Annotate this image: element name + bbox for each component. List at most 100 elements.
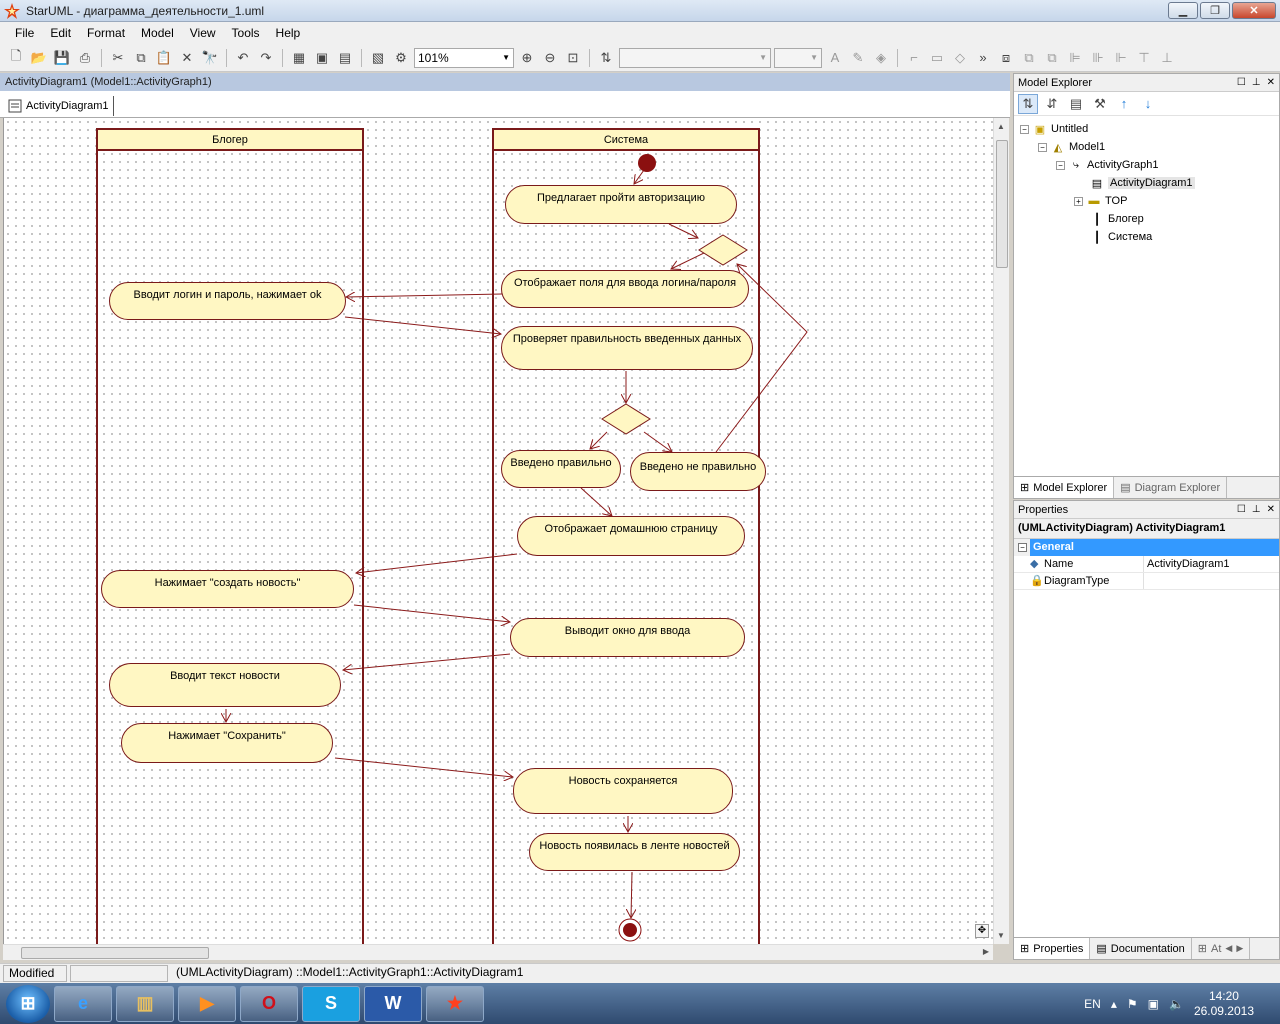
menu-view[interactable]: View [183,24,223,42]
undo-icon[interactable]: ↶ [233,48,253,68]
menu-help[interactable]: Help [269,24,308,42]
align-icon[interactable]: ⧈ [996,48,1016,68]
tree-item-activity-graph[interactable]: − ⤷ ActivityGraph1 [1014,156,1279,174]
activity-entered-incorrectly[interactable]: Введено не правильно [630,452,766,491]
filter-icon[interactable]: ▤ [1066,94,1086,114]
activity-check-data[interactable]: Проверяет правильность введенных данных [501,326,753,370]
stereotype-icon[interactable]: ▭ [927,48,947,68]
new-file-icon[interactable]: 🗋 [6,48,26,68]
collapse-icon[interactable]: − [1020,124,1029,134]
scroll-up-icon[interactable]: ▲ [997,122,1005,131]
more-tools-icon[interactable]: » [973,48,993,68]
minimize-button[interactable]: ▁ [1168,2,1198,19]
diagram-settings-icon[interactable]: ▤ [335,48,355,68]
add-diagram-icon[interactable]: ▦ [289,48,309,68]
diagram-canvas[interactable]: Блогер Система Предлагает пройти авториз… [3,118,993,944]
activity-offer-auth[interactable]: Предлагает пройти авторизацию [505,185,737,224]
network-icon[interactable]: ▣ [1148,997,1159,1011]
menu-edit[interactable]: Edit [43,24,78,42]
layout-icon[interactable]: ⇅ [596,48,616,68]
property-row-name[interactable]: ◆ Name ActivityDiagram1 [1014,556,1279,573]
start-button[interactable]: ⊞ [6,984,50,1023]
redo-icon[interactable]: ↷ [256,48,276,68]
tab-activity-diagram[interactable]: ActivityDiagram1 [8,96,114,116]
pin-icon[interactable]: ⊥ [1252,504,1261,515]
swimlane-blogger[interactable]: Блогер [96,128,364,944]
activity-show-input-window[interactable]: Выводит окно для ввода [510,618,745,657]
activity-enter-credentials[interactable]: Вводит логин и пароль, нажимает ok [109,282,346,320]
move-down-icon[interactable]: ↓ [1138,94,1158,114]
tab-model-explorer[interactable]: ⊞ Model Explorer [1014,477,1115,498]
horizontal-scroll-thumb[interactable] [21,947,209,959]
collapse-icon[interactable]: − [1056,160,1065,170]
delete-icon[interactable]: ✕ [177,48,197,68]
activity-show-login-fields[interactable]: Отображает поля для ввода логина/пароля [501,270,749,308]
tree-item-system[interactable]: ┃ Система [1014,228,1279,246]
line-style-icon[interactable]: ⌐ [904,48,924,68]
sort-type-icon[interactable]: ⇵ [1042,94,1062,114]
font-family-select[interactable]: ▼ [619,47,771,68]
activity-click-save[interactable]: Нажимает "Сохранить" [121,723,333,763]
activity-show-home-page[interactable]: Отображает домашнюю страницу [517,516,745,556]
export-image-icon[interactable]: ▧ [368,48,388,68]
zoom-out-icon[interactable]: ⊖ [540,48,560,68]
print-icon[interactable]: ⎙ [75,48,95,68]
close-button[interactable]: ✕ [1232,2,1276,19]
diagram-horizontal-scrollbar[interactable]: ▶ [3,944,993,960]
align-center-icon[interactable]: ⊪ [1088,48,1108,68]
close-panel-icon[interactable]: ✕ [1267,77,1275,88]
align-left-icon[interactable]: ⊫ [1065,48,1085,68]
canvas-move-icon[interactable]: ✥ [975,924,989,938]
align-middle-icon[interactable]: ⊥ [1157,48,1177,68]
menu-model[interactable]: Model [134,24,181,42]
activity-news-saved[interactable]: Новость сохраняется [513,768,733,814]
tab-scroll-right-icon[interactable]: ▶ [1236,943,1243,954]
tab-documentation[interactable]: ▤ Documentation [1090,938,1192,959]
bring-front-icon[interactable]: ⧉ [1019,48,1039,68]
taskbar-opera-icon[interactable]: O [240,985,298,1022]
maximize-panel-icon[interactable]: ☐ [1237,504,1246,515]
tools-icon[interactable]: ⚙ [391,48,411,68]
language-indicator[interactable]: EN [1084,997,1101,1011]
font-size-select[interactable]: ▼ [774,47,822,68]
collapse-icon[interactable]: − [1018,543,1027,552]
activity-entered-correctly[interactable]: Введено правильно [501,450,621,488]
property-value[interactable] [1144,573,1147,589]
tab-attachments[interactable]: ⊞ At ◀ ▶ [1192,938,1251,959]
zoom-in-icon[interactable]: ⊕ [517,48,537,68]
expand-icon[interactable]: + [1074,196,1083,206]
font-color-icon[interactable]: A [825,48,845,68]
menu-format[interactable]: Format [80,24,132,42]
tree-item-top[interactable]: + ▬ TOP [1014,192,1279,210]
taskbar-skype-icon[interactable]: S [302,985,360,1022]
suppress-icon[interactable]: ◇ [950,48,970,68]
scroll-right-icon[interactable]: ▶ [983,947,989,956]
diagram-refresh-icon[interactable]: ▣ [312,48,332,68]
tree-item-untitled[interactable]: − ▣ Untitled [1014,120,1279,138]
fill-color-icon[interactable]: ◈ [871,48,891,68]
cut-icon[interactable]: ✂ [108,48,128,68]
tab-scroll-left-icon[interactable]: ◀ [1225,943,1232,954]
tab-diagram-explorer[interactable]: ▤ Diagram Explorer [1114,477,1228,498]
zoom-select[interactable]: 101% ▼ [414,47,514,68]
menu-tools[interactable]: Tools [225,24,267,42]
zoom-fit-icon[interactable]: ⊡ [563,48,583,68]
activity-click-create-news[interactable]: Нажимает "создать новость" [101,570,354,608]
tray-expand-icon[interactable]: ▴ [1111,997,1117,1011]
send-back-icon[interactable]: ⧉ [1042,48,1062,68]
align-right-icon[interactable]: ⊩ [1111,48,1131,68]
clock[interactable]: 14:20 26.09.2013 [1194,989,1254,1019]
tree-item-activity-diagram[interactable]: ▤ ActivityDiagram1 [1014,174,1279,192]
action-center-flag-icon[interactable]: ⚑ [1127,997,1138,1011]
tab-properties[interactable]: ⊞ Properties [1014,938,1091,959]
activity-news-in-feed[interactable]: Новость появилась в ленте новостей [529,833,740,871]
open-folder-icon[interactable]: 📂 [29,48,49,68]
taskbar-ie-icon[interactable]: e [54,985,112,1022]
taskbar-explorer-icon[interactable]: ▥ [116,985,174,1022]
taskbar-word-icon[interactable]: W [364,985,422,1022]
menu-file[interactable]: File [8,24,41,42]
restore-button[interactable]: ❐ [1200,2,1230,19]
line-color-icon[interactable]: ✎ [848,48,868,68]
property-category-general[interactable]: − General [1014,539,1279,556]
taskbar-media-player-icon[interactable]: ▶ [178,985,236,1022]
